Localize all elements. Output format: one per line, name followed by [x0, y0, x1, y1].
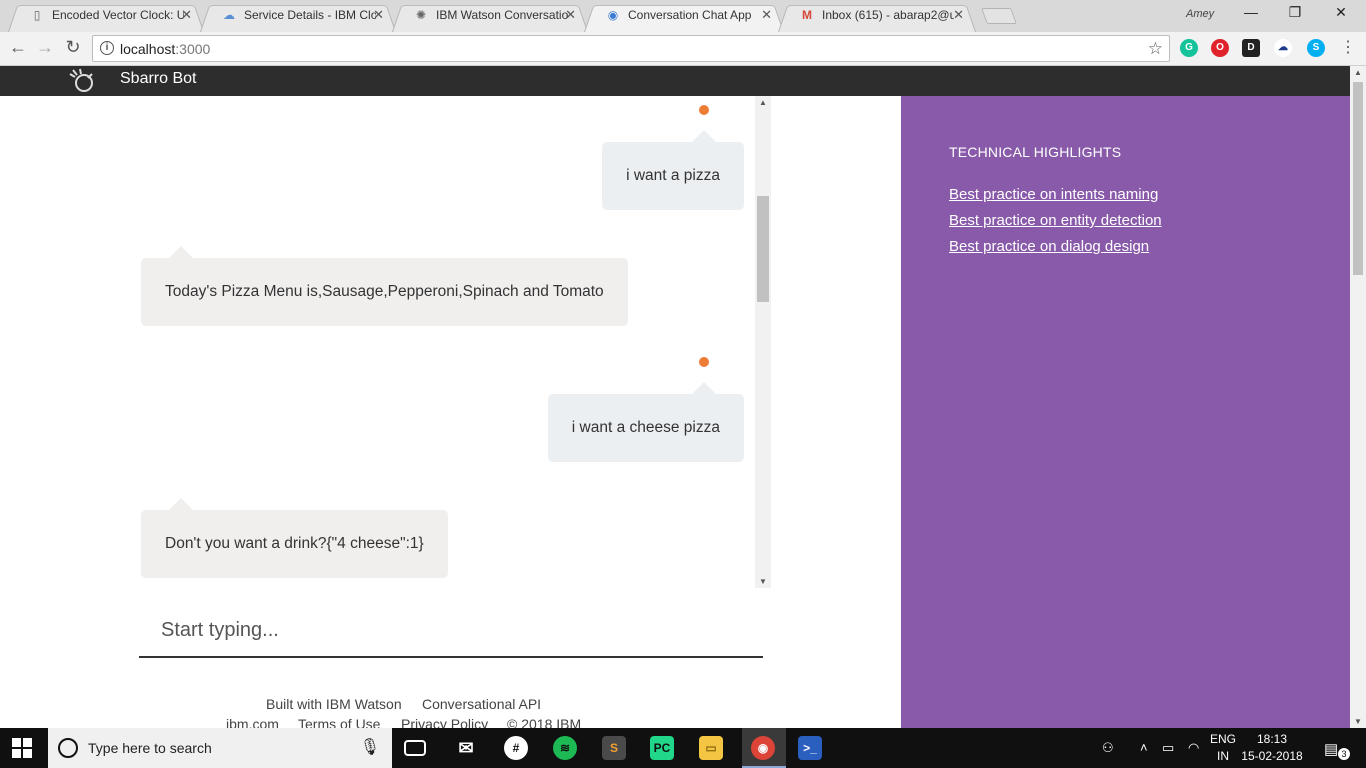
extension-d-icon[interactable]: D: [1242, 39, 1260, 57]
reload-icon[interactable]: ↻: [61, 37, 85, 58]
close-tab-icon[interactable]: ✕: [565, 2, 576, 28]
close-window-icon[interactable]: ✕: [1318, 4, 1364, 21]
tab-title: Inbox (615) - abarap2@u: [822, 8, 954, 22]
browser-tab[interactable]: ☁ Service Details - IBM Clo ✕: [200, 2, 396, 32]
technical-highlights-panel: TECHNICAL HIGHLIGHTS Best practice on in…: [901, 96, 1350, 728]
clock-time: 18:13: [1256, 732, 1288, 746]
minimize-icon[interactable]: —: [1228, 4, 1274, 20]
chrome-taskbar-active[interactable]: ◉: [742, 728, 786, 768]
wifi-icon[interactable]: ◠: [1188, 740, 1199, 756]
user-status-dot: [699, 357, 709, 367]
chat-panel: i want a pizza Today's Pizza Menu is,Sau…: [0, 96, 901, 728]
notification-count: 3: [1338, 748, 1350, 760]
task-view-icon[interactable]: [404, 740, 426, 756]
action-center-icon[interactable]: ▤: [1324, 740, 1338, 758]
lang-top: ENG: [1210, 732, 1237, 746]
footer-copyright: © 2018 IBM: [507, 716, 582, 728]
back-arrow-icon[interactable]: ←: [6, 37, 30, 58]
browser-toolbar: ← → ↻ i localhost:3000 ☆ G O D ☁ S ⋮: [0, 32, 1366, 66]
chrome-icon[interactable]: ◉: [751, 736, 775, 760]
forward-arrow-icon[interactable]: →: [33, 37, 57, 58]
footer-link-ibm[interactable]: ibm.com: [226, 716, 279, 728]
close-tab-icon[interactable]: ✕: [181, 2, 192, 28]
tab-title: Conversation Chat App: [628, 8, 752, 22]
browser-tab[interactable]: M Inbox (615) - abarap2@u ✕: [778, 2, 976, 32]
browser-tab-strip: ▯ Encoded Vector Clock: U ✕ ☁ Service De…: [0, 0, 1366, 32]
user-message: i want a cheese pizza: [547, 382, 744, 462]
user-message: i want a pizza: [602, 130, 744, 210]
lang-bottom: IN: [1217, 749, 1229, 763]
address-bar[interactable]: i localhost:3000 ☆: [92, 35, 1170, 62]
close-tab-icon[interactable]: ✕: [761, 2, 772, 28]
tab-title: Encoded Vector Clock: U: [52, 8, 184, 22]
chat-scrollbar[interactable]: ▲ ▼: [755, 96, 771, 588]
chrome-page-icon: ◉: [607, 8, 619, 22]
opera-icon[interactable]: O: [1211, 39, 1229, 57]
app-title: Sbarro Bot: [120, 70, 197, 87]
scroll-down-arrow-icon[interactable]: ▼: [1350, 717, 1366, 726]
new-tab-button[interactable]: [981, 8, 1017, 24]
sublime-text-icon[interactable]: S: [602, 736, 626, 760]
panel-heading: TECHNICAL HIGHLIGHTS: [949, 144, 1122, 160]
clock-date: 15-02-2018: [1241, 749, 1303, 763]
pycharm-icon[interactable]: PC: [650, 736, 674, 760]
scroll-up-arrow-icon[interactable]: ▲: [755, 98, 771, 107]
file-explorer-icon[interactable]: ▭: [699, 736, 723, 760]
link-entity-detection[interactable]: Best practice on entity detection: [949, 212, 1162, 229]
cloud-extension-icon[interactable]: ☁: [1274, 39, 1292, 57]
skype-icon[interactable]: S: [1307, 39, 1325, 57]
cortana-icon[interactable]: [58, 738, 78, 758]
cloud-icon: ☁: [223, 8, 235, 22]
restore-icon[interactable]: ❐: [1272, 4, 1318, 21]
slack-icon[interactable]: #: [504, 736, 528, 760]
tab-title: IBM Watson Conversatio: [436, 8, 568, 22]
language-indicator[interactable]: ENG IN: [1210, 731, 1236, 765]
page-icon: ▯: [33, 8, 41, 22]
bot-message: Today's Pizza Menu is,Sausage,Pepperoni,…: [141, 246, 628, 326]
close-tab-icon[interactable]: ✕: [373, 2, 384, 28]
microphone-icon[interactable]: 🎙: [360, 737, 380, 757]
browser-tab-active[interactable]: ◉ Conversation Chat App ✕: [584, 2, 784, 32]
scrollbar-thumb[interactable]: [1353, 82, 1363, 275]
app-header: Sbarro Bot: [0, 66, 1350, 96]
tray-chevron-up-icon[interactable]: ˄: [1140, 740, 1148, 755]
spotify-icon[interactable]: ≋: [553, 736, 577, 760]
grammarly-icon[interactable]: G: [1180, 39, 1198, 57]
people-icon[interactable]: ⚇: [1102, 740, 1114, 756]
gmail-icon: M: [802, 8, 812, 22]
bookmark-star-icon[interactable]: ☆: [1148, 39, 1163, 59]
scroll-down-arrow-icon[interactable]: ▼: [755, 577, 771, 586]
profile-name[interactable]: Amey: [1186, 8, 1214, 20]
link-dialog-design[interactable]: Best practice on dialog design: [949, 238, 1149, 255]
taskbar: Type here to search 🎙 ✉ # ≋ S PC ▭ ◉ >_ …: [0, 728, 1366, 768]
browser-tab[interactable]: ✺ IBM Watson Conversatio ✕: [392, 2, 588, 32]
footer-built-with: Built with IBM Watson: [266, 696, 402, 712]
browser-menu-icon[interactable]: ⋮: [1336, 37, 1360, 57]
watson-icon: ✺: [415, 8, 427, 22]
page-scrollbar[interactable]: ▲ ▼: [1350, 66, 1366, 728]
watson-logo-icon: [69, 68, 93, 92]
close-tab-icon[interactable]: ✕: [953, 2, 964, 28]
bot-message: Don't you want a drink?{"4 cheese":1}: [141, 498, 448, 578]
chat-input-container: [139, 598, 763, 658]
windows-start-icon[interactable]: [12, 738, 32, 758]
scroll-up-arrow-icon[interactable]: ▲: [1350, 68, 1366, 77]
footer-link-privacy[interactable]: Privacy Policy: [401, 716, 488, 728]
link-intents-naming[interactable]: Best practice on intents naming: [949, 186, 1158, 203]
user-status-dot: [699, 105, 709, 115]
tab-title: Service Details - IBM Clo: [244, 8, 376, 22]
powershell-icon[interactable]: >_: [798, 736, 822, 760]
search-placeholder: Type here to search: [88, 740, 212, 756]
info-icon[interactable]: i: [100, 41, 114, 55]
taskbar-search[interactable]: Type here to search 🎙: [48, 728, 392, 768]
system-clock[interactable]: 18:13 15-02-2018: [1240, 731, 1304, 765]
mail-icon[interactable]: ✉: [454, 736, 478, 760]
battery-icon[interactable]: ▭: [1162, 740, 1174, 756]
footer-api: Conversational API: [422, 696, 542, 712]
url-text[interactable]: localhost:3000: [120, 41, 210, 57]
footer-link-terms[interactable]: Terms of Use: [298, 716, 380, 728]
chat-input[interactable]: [139, 610, 759, 650]
scrollbar-thumb[interactable]: [757, 196, 769, 302]
browser-tab[interactable]: ▯ Encoded Vector Clock: U ✕: [8, 2, 204, 32]
